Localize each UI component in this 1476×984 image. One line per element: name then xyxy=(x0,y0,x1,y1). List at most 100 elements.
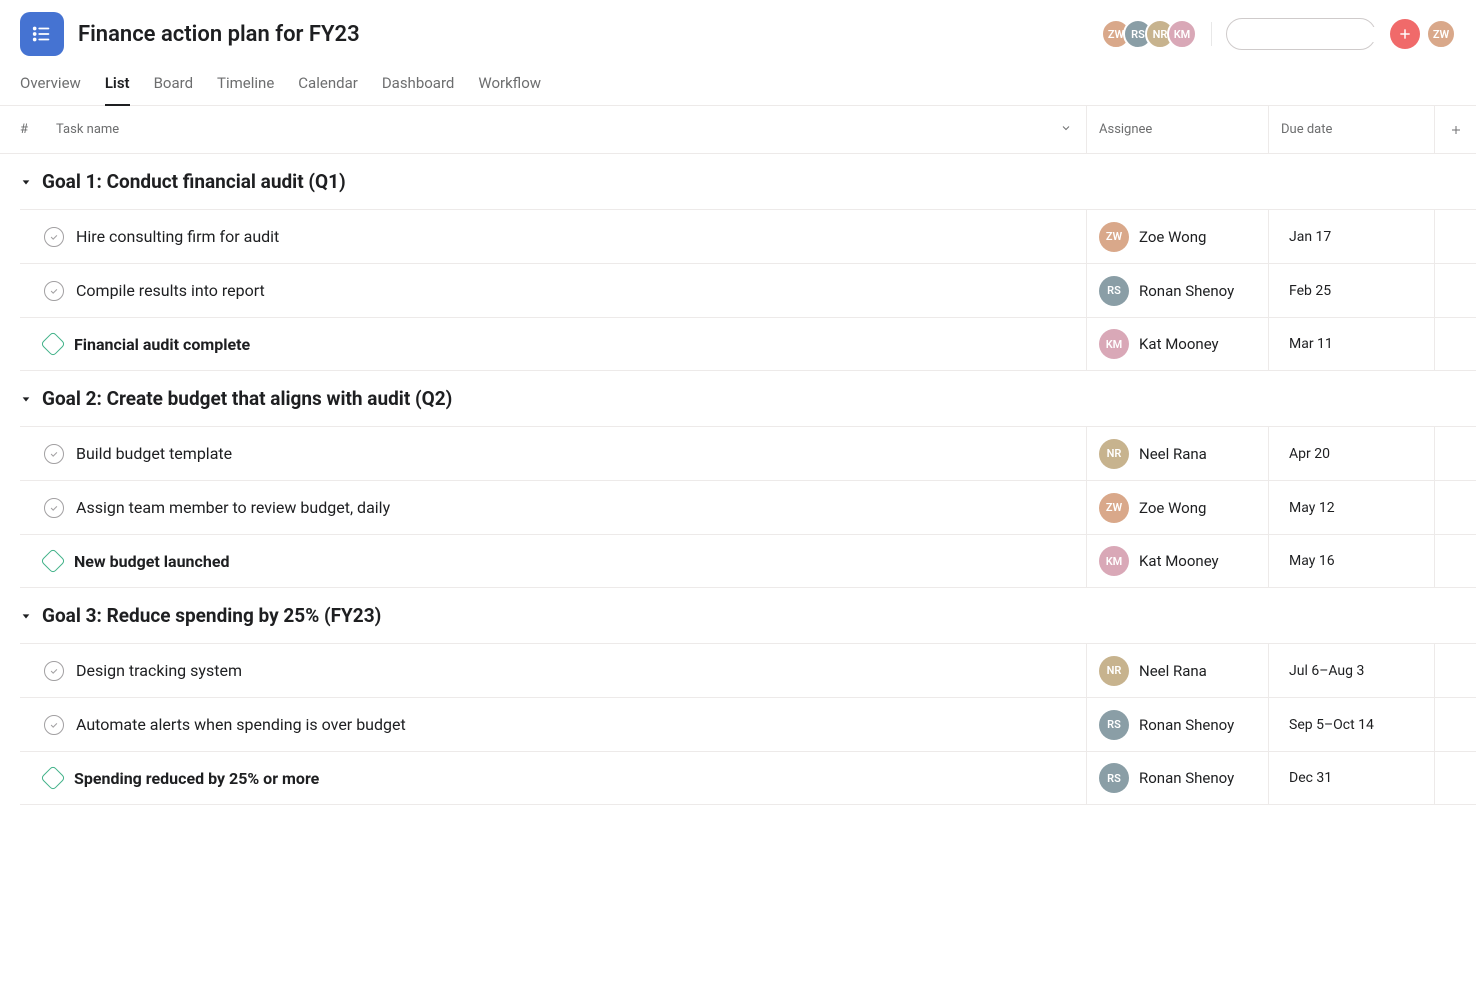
view-tabs: Overview List Board Timeline Calendar Dashboa… xyxy=(0,56,1476,106)
due-date-cell[interactable]: Dec 31 xyxy=(1268,752,1434,804)
project-title[interactable]: Finance action plan for FY23 xyxy=(78,22,360,47)
task-row[interactable]: Financial audit complete KMKat MooneyMar … xyxy=(20,317,1476,371)
assignee-name: Ronan Shenoy xyxy=(1139,716,1234,734)
section-title: Goal 2: Create budget that aligns with a… xyxy=(42,387,452,410)
assignee-name: Neel Rana xyxy=(1139,662,1207,680)
milestone-icon[interactable] xyxy=(40,765,65,790)
assignee-avatar: RS xyxy=(1099,763,1129,793)
complete-checkbox[interactable] xyxy=(44,227,64,247)
caret-down-icon[interactable] xyxy=(20,176,32,188)
column-assignee[interactable]: Assignee xyxy=(1086,106,1268,153)
caret-down-icon[interactable] xyxy=(20,610,32,622)
task-row[interactable]: Assign team member to review budget, dai… xyxy=(20,480,1476,534)
tab-workflow[interactable]: Workflow xyxy=(478,74,541,105)
section-title: Goal 3: Reduce spending by 25% (FY23) xyxy=(42,604,381,627)
extra-cell xyxy=(1434,210,1476,263)
due-date-cell[interactable]: Sep 5–Oct 14 xyxy=(1268,698,1434,751)
task-row[interactable]: Automate alerts when spending is over bu… xyxy=(20,697,1476,751)
due-date-cell[interactable]: Apr 20 xyxy=(1268,427,1434,480)
assignee-avatar: RS xyxy=(1099,710,1129,740)
section-header[interactable]: Goal 2: Create budget that aligns with a… xyxy=(0,371,1476,426)
due-date-cell[interactable]: Mar 11 xyxy=(1268,318,1434,370)
complete-checkbox[interactable] xyxy=(44,661,64,681)
extra-cell xyxy=(1434,698,1476,751)
task-name: Assign team member to review budget, dai… xyxy=(76,498,390,517)
assignee-avatar: KM xyxy=(1099,546,1129,576)
complete-checkbox[interactable] xyxy=(44,498,64,518)
project-icon[interactable] xyxy=(20,12,64,56)
member-avatar[interactable]: KM xyxy=(1167,19,1197,49)
section-header[interactable]: Goal 3: Reduce spending by 25% (FY23) xyxy=(0,588,1476,643)
assignee-cell[interactable]: RSRonan Shenoy xyxy=(1086,752,1268,804)
extra-cell xyxy=(1434,752,1476,804)
task-name: Financial audit complete xyxy=(74,335,250,354)
column-task-label: Task name xyxy=(56,122,119,137)
task-row[interactable]: Compile results into reportRSRonan Sheno… xyxy=(20,263,1476,317)
due-date-cell[interactable]: May 12 xyxy=(1268,481,1434,534)
task-main[interactable]: Automate alerts when spending is over bu… xyxy=(20,698,1086,751)
assignee-avatar: ZW xyxy=(1099,222,1129,252)
task-main[interactable]: Spending reduced by 25% or more xyxy=(20,752,1086,804)
tab-list[interactable]: List xyxy=(105,74,130,106)
assignee-cell[interactable]: NRNeel Rana xyxy=(1086,427,1268,480)
caret-down-icon[interactable] xyxy=(20,393,32,405)
assignee-avatar: RS xyxy=(1099,276,1129,306)
milestone-icon[interactable] xyxy=(40,331,65,356)
task-name: Spending reduced by 25% or more xyxy=(74,769,319,788)
extra-cell xyxy=(1434,318,1476,370)
chevron-down-icon[interactable] xyxy=(1060,122,1072,138)
add-column-button[interactable] xyxy=(1434,106,1476,153)
tab-timeline[interactable]: Timeline xyxy=(217,74,274,105)
section-title: Goal 1: Conduct financial audit (Q1) xyxy=(42,170,346,193)
tab-calendar[interactable]: Calendar xyxy=(298,74,358,105)
extra-cell xyxy=(1434,264,1476,317)
task-main[interactable]: Build budget template xyxy=(20,427,1086,480)
task-main[interactable]: Assign team member to review budget, dai… xyxy=(20,481,1086,534)
complete-checkbox[interactable] xyxy=(44,444,64,464)
task-main[interactable]: Hire consulting firm for audit xyxy=(20,210,1086,263)
task-row[interactable]: Design tracking system NR Neel Rana Jul 6–A… xyxy=(20,643,1476,697)
task-row[interactable]: Hire consulting firm for audit ZW Zoe Wong… xyxy=(20,209,1476,263)
assignee-cell[interactable]: NR Neel Rana xyxy=(1086,644,1268,697)
section-header[interactable]: Goal 1: Conduct financial audit (Q1) xyxy=(0,154,1476,209)
task-row[interactable]: Build budget templateNRNeel RanaApr 20 xyxy=(20,426,1476,480)
due-date-cell[interactable]: Jan 17 xyxy=(1268,210,1434,263)
tab-dashboard[interactable]: Dashboard xyxy=(382,74,455,105)
task-main[interactable]: Financial audit complete xyxy=(20,318,1086,370)
task-main[interactable]: Compile results into report xyxy=(20,264,1086,317)
complete-checkbox[interactable] xyxy=(44,715,64,735)
assignee-cell[interactable]: RS Ronan Shenoy xyxy=(1086,698,1268,751)
columns-header: # Task name Assignee Due date xyxy=(0,106,1476,154)
tab-board[interactable]: Board xyxy=(154,74,193,105)
assignee-name: Kat Mooney xyxy=(1139,335,1219,353)
column-due-date[interactable]: Due date xyxy=(1268,106,1434,153)
task-row[interactable]: New budget launched KMKat MooneyMay 16 xyxy=(20,534,1476,588)
member-avatar-stack[interactable]: ZWRSNRKM xyxy=(1101,19,1197,49)
milestone-icon[interactable] xyxy=(40,548,65,573)
plus-icon xyxy=(1398,27,1412,41)
assignee-cell[interactable]: ZWZoe Wong xyxy=(1086,481,1268,534)
assignee-cell[interactable]: ZW Zoe Wong xyxy=(1086,210,1268,263)
due-date-cell[interactable]: May 16 xyxy=(1268,535,1434,587)
task-name: Automate alerts when spending is over bu… xyxy=(76,715,406,734)
tab-overview[interactable]: Overview xyxy=(20,74,81,105)
create-button[interactable] xyxy=(1390,19,1420,49)
search-input[interactable] xyxy=(1226,18,1376,50)
assignee-cell[interactable]: KMKat Mooney xyxy=(1086,318,1268,370)
column-task-name[interactable]: Task name xyxy=(36,122,1086,137)
due-date-cell[interactable]: Jul 6–Aug 3 xyxy=(1268,644,1434,697)
task-name: New budget launched xyxy=(74,552,229,571)
due-date-cell[interactable]: Feb 25 xyxy=(1268,264,1434,317)
task-main[interactable]: New budget launched xyxy=(20,535,1086,587)
task-main[interactable]: Design tracking system xyxy=(20,644,1086,697)
complete-checkbox[interactable] xyxy=(44,281,64,301)
column-number: # xyxy=(0,122,36,137)
assignee-cell[interactable]: KMKat Mooney xyxy=(1086,535,1268,587)
divider xyxy=(1211,22,1212,46)
user-avatar[interactable]: ZW xyxy=(1426,19,1456,49)
assignee-avatar: NR xyxy=(1099,656,1129,686)
task-row[interactable]: Spending reduced by 25% or more RSRonan S… xyxy=(20,751,1476,805)
task-sections: Goal 1: Conduct financial audit (Q1) Hire… xyxy=(0,154,1476,805)
assignee-name: Zoe Wong xyxy=(1139,228,1206,246)
assignee-cell[interactable]: RSRonan Shenoy xyxy=(1086,264,1268,317)
